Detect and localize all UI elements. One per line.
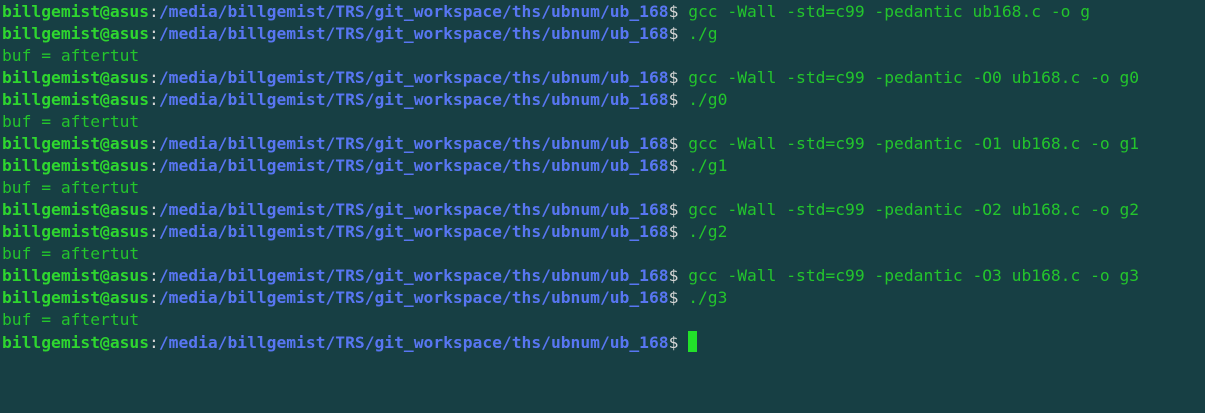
command-text: gcc -Wall -std=c99 -pedantic -O3 ub168.c… xyxy=(678,266,1140,285)
command-text: gcc -Wall -std=c99 -pedantic ub168.c -o … xyxy=(678,2,1091,21)
prompt-path: /media/billgemist/TRS/git_workspace/ths/… xyxy=(158,2,669,21)
prompt-user-host: billgemist@asus xyxy=(2,200,150,219)
prompt-path: /media/billgemist/TRS/git_workspace/ths/… xyxy=(158,222,669,241)
output-line: buf = aftertut xyxy=(2,244,140,263)
active-prompt-line[interactable]: billgemist@asus:/media/billgemist/TRS/gi… xyxy=(2,331,1205,353)
prompt-user-host: billgemist@asus xyxy=(2,156,150,175)
command-input[interactable] xyxy=(678,333,688,352)
prompt-user-host: billgemist@asus xyxy=(2,288,150,307)
command-text: gcc -Wall -std=c99 -pedantic -O0 ub168.c… xyxy=(678,68,1140,87)
terminal-line: billgemist@asus:/media/billgemist/TRS/gi… xyxy=(2,67,1205,89)
command-text: ./g2 xyxy=(678,222,728,241)
prompt-symbol: $ xyxy=(668,24,679,43)
prompt-symbol: $ xyxy=(668,156,679,175)
terminal-line: billgemist@asus:/media/billgemist/TRS/gi… xyxy=(2,1,1205,23)
command-text: gcc -Wall -std=c99 -pedantic -O2 ub168.c… xyxy=(678,200,1140,219)
command-text: ./g0 xyxy=(678,90,728,109)
prompt-user-host: billgemist@asus xyxy=(2,134,150,153)
output-line: buf = aftertut xyxy=(2,46,140,65)
prompt-symbol: $ xyxy=(668,90,679,109)
prompt-path: /media/billgemist/TRS/git_workspace/ths/… xyxy=(158,200,669,219)
prompt-symbol: $ xyxy=(668,266,679,285)
prompt-path: /media/billgemist/TRS/git_workspace/ths/… xyxy=(158,134,669,153)
prompt-path: /media/billgemist/TRS/git_workspace/ths/… xyxy=(158,333,669,352)
prompt-symbol: $ xyxy=(668,333,679,352)
command-text: gcc -Wall -std=c99 -pedantic -O1 ub168.c… xyxy=(678,134,1140,153)
prompt-separator: : xyxy=(149,2,159,21)
terminal-line: billgemist@asus:/media/billgemist/TRS/gi… xyxy=(2,287,1205,309)
prompt-symbol: $ xyxy=(668,288,679,307)
prompt-user-host: billgemist@asus xyxy=(2,24,150,43)
prompt-user-host: billgemist@asus xyxy=(2,222,150,241)
prompt-path: /media/billgemist/TRS/git_workspace/ths/… xyxy=(158,68,669,87)
prompt-symbol: $ xyxy=(668,222,679,241)
command-text: ./g xyxy=(678,24,718,43)
terminal-line: billgemist@asus:/media/billgemist/TRS/gi… xyxy=(2,89,1205,111)
prompt-symbol: $ xyxy=(668,2,679,21)
output-line: buf = aftertut xyxy=(2,178,140,197)
prompt-user-host: billgemist@asus xyxy=(2,333,150,352)
prompt-user-host: billgemist@asus xyxy=(2,2,150,21)
prompt-separator: : xyxy=(149,134,159,153)
prompt-symbol: $ xyxy=(668,68,679,87)
terminal-line: billgemist@asus:/media/billgemist/TRS/gi… xyxy=(2,265,1205,287)
prompt-path: /media/billgemist/TRS/git_workspace/ths/… xyxy=(158,156,669,175)
terminal-line: billgemist@asus:/media/billgemist/TRS/gi… xyxy=(2,133,1205,155)
prompt-separator: : xyxy=(149,200,159,219)
terminal-line: billgemist@asus:/media/billgemist/TRS/gi… xyxy=(2,221,1205,243)
prompt-separator: : xyxy=(149,222,159,241)
prompt-separator: : xyxy=(149,288,159,307)
command-text: ./g3 xyxy=(678,288,728,307)
output-line: buf = aftertut xyxy=(2,112,140,131)
prompt-separator: : xyxy=(149,333,159,352)
prompt-separator: : xyxy=(149,24,159,43)
prompt-path: /media/billgemist/TRS/git_workspace/ths/… xyxy=(158,288,669,307)
terminal-line: billgemist@asus:/media/billgemist/TRS/gi… xyxy=(2,23,1205,45)
terminal-line: billgemist@asus:/media/billgemist/TRS/gi… xyxy=(2,199,1205,221)
prompt-path: /media/billgemist/TRS/git_workspace/ths/… xyxy=(158,266,669,285)
terminal-window[interactable]: billgemist@asus:/media/billgemist/TRS/gi… xyxy=(0,0,1205,413)
prompt-separator: : xyxy=(149,68,159,87)
prompt-separator: : xyxy=(149,266,159,285)
terminal-line: billgemist@asus:/media/billgemist/TRS/gi… xyxy=(2,155,1205,177)
prompt-symbol: $ xyxy=(668,134,679,153)
prompt-path: /media/billgemist/TRS/git_workspace/ths/… xyxy=(158,90,669,109)
terminal-cursor xyxy=(688,331,698,352)
prompt-symbol: $ xyxy=(668,200,679,219)
prompt-user-host: billgemist@asus xyxy=(2,266,150,285)
prompt-separator: : xyxy=(149,156,159,175)
prompt-user-host: billgemist@asus xyxy=(2,90,150,109)
output-line: buf = aftertut xyxy=(2,310,140,329)
command-text: ./g1 xyxy=(678,156,728,175)
prompt-path: /media/billgemist/TRS/git_workspace/ths/… xyxy=(158,24,669,43)
prompt-separator: : xyxy=(149,90,159,109)
prompt-user-host: billgemist@asus xyxy=(2,68,150,87)
